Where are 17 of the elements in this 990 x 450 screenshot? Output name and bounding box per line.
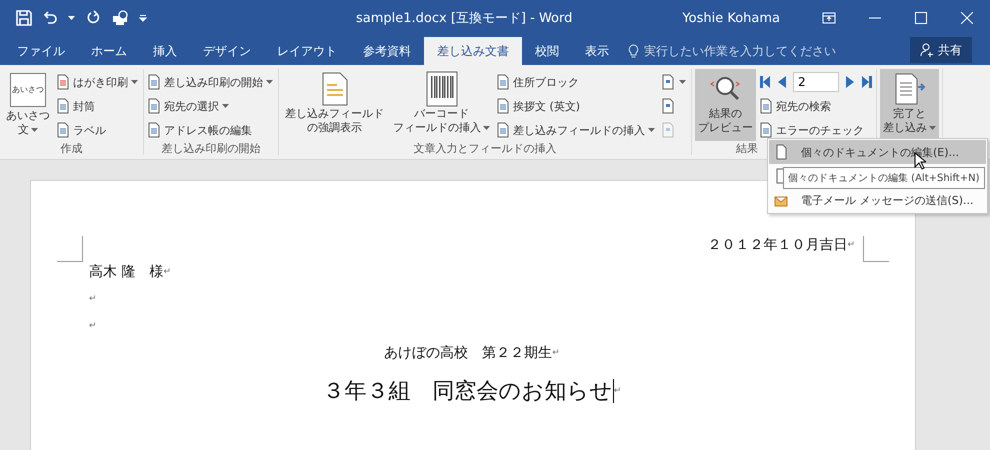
paragraph-mark: ↵: [89, 320, 97, 330]
document-text: あけぼの高校 第２２期生: [384, 344, 552, 362]
group-label: 結果: [736, 142, 758, 155]
paragraph-mark: ↵: [89, 294, 97, 304]
group-label: 差し込み印刷の開始: [162, 142, 260, 155]
paragraph-mark: ↵: [847, 240, 855, 250]
greeting-card-icon: あいさつ: [10, 73, 46, 107]
paragraph-mark: ↵: [163, 266, 171, 276]
paragraph-mark: ↵: [614, 386, 622, 396]
group-label: 作成: [60, 142, 82, 155]
window-title: sample1.docx [互換モード] - Word: [356, 10, 574, 27]
document-text: 高木 隆 様: [89, 262, 164, 280]
paragraph-mark: ↵: [552, 348, 560, 358]
user-name: Yoshie Kohama: [682, 10, 780, 26]
document-text: ２０１２年１０月吉日: [707, 236, 848, 254]
document-heading: ３年３組 同窓会のお知らせ: [322, 378, 613, 406]
group-label: 文章入力とフィールドの挿入: [414, 142, 556, 155]
